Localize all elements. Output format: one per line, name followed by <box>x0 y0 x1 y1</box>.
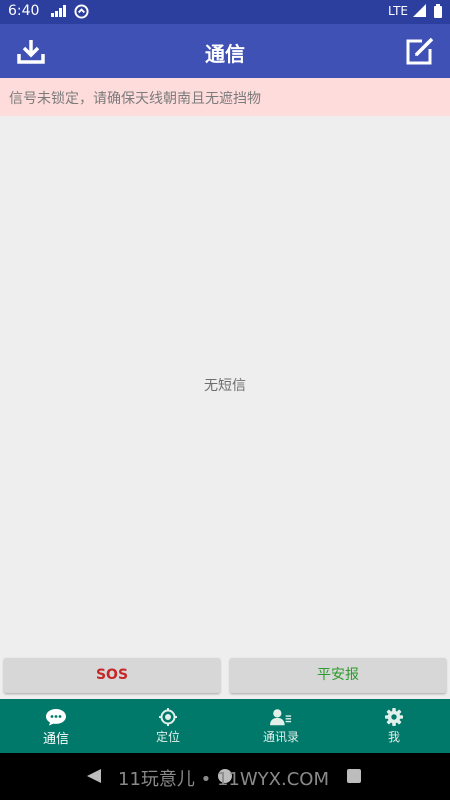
nav-label: 通讯录 <box>262 730 299 744</box>
watermark: 11玩意儿 • 11WYX.COM <box>118 769 329 790</box>
signal-warning-banner: 信号未锁定，请确保天线朝南且无遮挡物 <box>0 78 450 116</box>
nav-label: 定位 <box>155 730 180 744</box>
compose-button[interactable] <box>404 36 436 66</box>
back-icon[interactable] <box>86 768 102 784</box>
sos-button[interactable]: SOS <box>4 658 220 693</box>
page-title: 通信 <box>205 42 245 66</box>
recents-icon[interactable] <box>347 769 361 783</box>
system-nav-bar: 11玩意儿 • 11WYX.COM <box>0 753 450 800</box>
settings-icon <box>385 708 403 726</box>
chat-icon <box>46 709 66 726</box>
nav-label: 通信 <box>42 732 69 747</box>
network-type: LTE <box>388 4 408 18</box>
nav-item-location[interactable]: 定位 <box>112 699 224 753</box>
app-bar: 通信 <box>0 24 450 78</box>
status-bar: 6:40 LTE <box>0 0 450 24</box>
nav-item-contacts[interactable]: 通讯录 <box>225 699 337 753</box>
nav-item-messages[interactable]: 通信 <box>0 699 112 753</box>
message-list: 无短信 <box>0 116 450 654</box>
nav-label: 我 <box>387 730 400 744</box>
safe-report-button[interactable]: 平安报 <box>230 658 446 693</box>
contacts-icon <box>270 709 292 726</box>
empty-state-text: 无短信 <box>204 378 246 394</box>
battery-icon <box>434 4 442 22</box>
compose-icon <box>406 37 434 65</box>
sync-icon <box>74 4 89 23</box>
signal-icon <box>51 5 69 21</box>
locate-icon <box>159 708 177 726</box>
nav-item-me[interactable]: 我 <box>338 699 450 753</box>
bottom-nav: 通信 定位 通讯录 我 <box>0 699 450 753</box>
network-signal-icon <box>413 4 426 21</box>
status-time: 6:40 <box>8 3 40 19</box>
